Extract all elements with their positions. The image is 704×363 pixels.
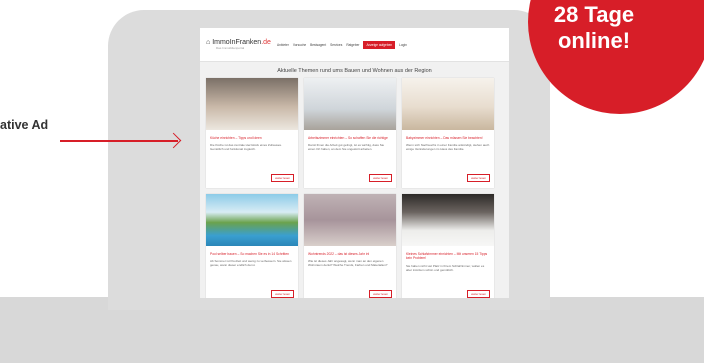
article-title[interactable]: Kleines Schlafzimmer einrichten – Mit un…	[406, 252, 490, 261]
site-header: ⌂ ImmoInFranken.de Das Immobilienportal …	[200, 28, 509, 62]
arrow-icon	[60, 140, 178, 142]
website-screen: ⌂ ImmoInFranken.de Das Immobilienportal …	[200, 28, 509, 298]
site-logo[interactable]: ⌂ ImmoInFranken.de Das Immobilienportal	[206, 39, 271, 50]
article-text: Damit Ihnen die Arbeit gut gelingt, ist …	[308, 143, 385, 152]
ad-label: ative Ad	[0, 118, 49, 132]
article-text: Ab Sommer ist Poolzeit und wenig zu verb…	[210, 259, 292, 268]
article-text: Die Küche ist das zentrale Herzstück ein…	[210, 143, 282, 152]
section-title: Aktuelle Themen rund ums Bauen und Wohne…	[277, 68, 432, 74]
article-title[interactable]: Babyzimmer einrichten – Das müssen Sie b…	[406, 136, 490, 140]
office-photo[interactable]	[304, 78, 396, 130]
article-title[interactable]: Arbeitszimmer einrichten – So schaffen S…	[308, 136, 392, 140]
article-title[interactable]: Wohntrends 2022 – das ist dieses Jahr in…	[308, 252, 392, 256]
days-online-badge: 28 Tage online!	[528, 0, 704, 114]
bedroom-photo[interactable]	[402, 194, 494, 246]
nav-item[interactable]: Bestsagent	[310, 43, 326, 47]
article-card[interactable]: Kleines Schlafzimmer einrichten – Mit un…	[402, 194, 494, 298]
read-more-button[interactable]: weiter lesen	[467, 290, 490, 298]
read-more-button[interactable]: weiter lesen	[369, 174, 392, 182]
read-more-button[interactable]: weiter lesen	[271, 174, 294, 182]
article-text: Wenn sich Nachwuchs in einer Familie ank…	[406, 143, 490, 152]
login-link[interactable]: Login	[399, 43, 407, 47]
article-title[interactable]: Küche einrichten – Tipps und Ideen	[210, 136, 294, 140]
read-more-button[interactable]: weiter lesen	[467, 174, 490, 182]
article-card[interactable]: Arbeitszimmer einrichten – So schaffen S…	[304, 78, 396, 188]
nav-item[interactable]: Vorsuche	[293, 43, 306, 47]
kitchen-photo[interactable]	[206, 78, 298, 130]
read-more-button[interactable]: weiter lesen	[271, 290, 294, 298]
nav-item[interactable]: Anbieter	[277, 43, 289, 47]
article-text: Wie ist dieses Jahr angesagt, wenn man a…	[308, 259, 388, 268]
article-card[interactable]: Küche einrichten – Tipps und Ideen Die K…	[206, 78, 298, 188]
read-more-button[interactable]: weiter lesen	[369, 290, 392, 298]
home-icon: ⌂	[206, 39, 211, 46]
article-card[interactable]: Pool selber bauen – So machen Sie es in …	[206, 194, 298, 298]
post-ad-button[interactable]: Anzeige aufgeben	[363, 40, 396, 49]
article-text: Sie haben nicht viel Platz in Ihrem Schl…	[406, 263, 485, 272]
article-title[interactable]: Pool selber bauen – So machen Sie es in …	[210, 252, 294, 256]
badge-line-1: 28 Tage	[553, 2, 635, 27]
main-nav: Anbieter Vorsuche Bestsagent Services Ra…	[277, 40, 407, 49]
article-card[interactable]: Wohntrends 2022 – das ist dieses Jahr in…	[304, 194, 396, 298]
badge-line-2: online!	[557, 28, 631, 53]
nav-item[interactable]: Ratgeber	[346, 43, 359, 47]
nav-item[interactable]: Services	[330, 43, 342, 47]
article-grid: Küche einrichten – Tipps und Ideen Die K…	[200, 78, 509, 298]
pool-photo[interactable]	[206, 194, 298, 246]
livingroom-photo[interactable]	[304, 194, 396, 246]
nursery-photo[interactable]	[402, 78, 494, 130]
article-card[interactable]: Babyzimmer einrichten – Das müssen Sie b…	[402, 78, 494, 188]
logo-subtitle: Das Immobilienportal	[216, 46, 245, 50]
